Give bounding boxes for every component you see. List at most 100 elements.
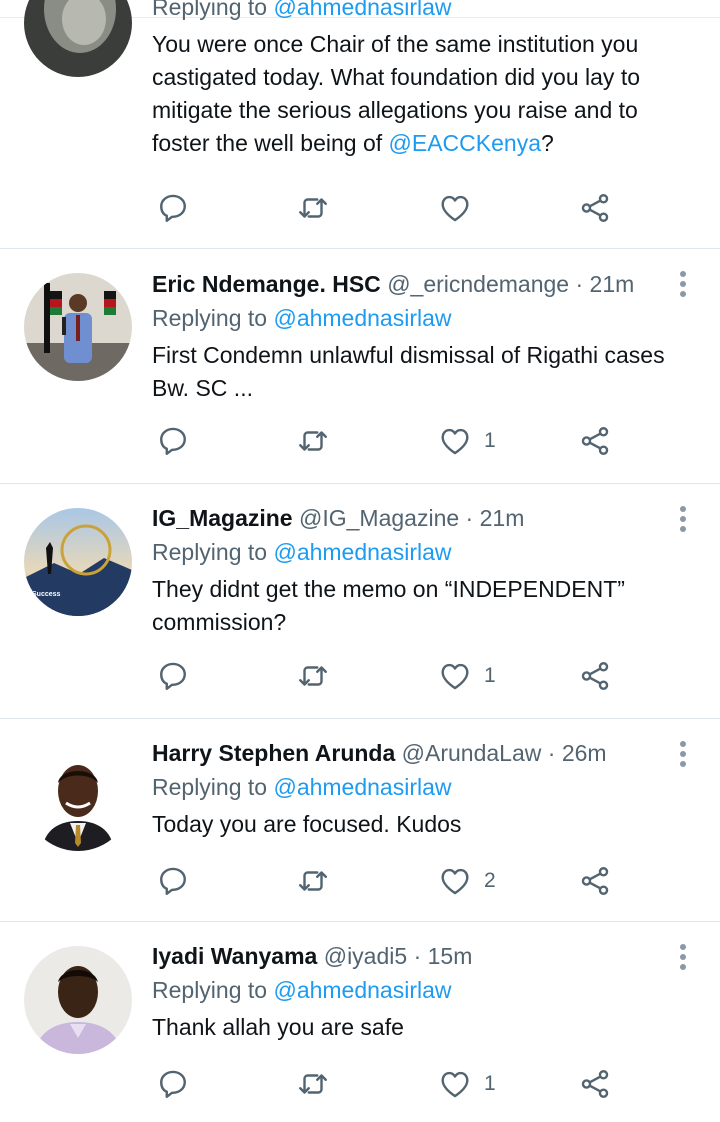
- display-name[interactable]: IG_Magazine: [152, 505, 293, 531]
- like-count: 1: [484, 1072, 496, 1095]
- avatar[interactable]: [24, 946, 132, 1054]
- tweet-reply[interactable]: Success IG_Magazine @IG_Magazine · 21m R…: [0, 484, 720, 719]
- separator-dot: ·: [413, 943, 422, 969]
- like-count: 1: [484, 429, 496, 452]
- like-button[interactable]: 1: [438, 656, 496, 696]
- reply-button[interactable]: [156, 861, 190, 901]
- share-button[interactable]: [578, 1064, 612, 1104]
- share-button[interactable]: [578, 421, 612, 461]
- retweet-icon: [299, 666, 327, 686]
- tweet-header: Iyadi Wanyama @iyadi5 · 15m: [152, 939, 692, 973]
- share-button[interactable]: [578, 188, 612, 228]
- timestamp[interactable]: 21m: [590, 271, 635, 297]
- reply-icon: [160, 1070, 186, 1098]
- heart-icon: [441, 195, 469, 222]
- tweet-header: Eric Ndemange. HSC @_ericndemange · 21m: [152, 267, 692, 301]
- reply-button[interactable]: [156, 188, 190, 228]
- replying-to-handle-link[interactable]: @ahmednasirlaw: [273, 774, 451, 800]
- tweet-text-part: ?: [541, 130, 554, 156]
- retweet-button[interactable]: [296, 1064, 330, 1104]
- tweet-header: Harry Stephen Arunda @ArundaLaw · 26m: [152, 736, 692, 770]
- reply-button[interactable]: [156, 656, 190, 696]
- timestamp[interactable]: 26m: [562, 740, 607, 766]
- tweet-actions: 1: [152, 656, 632, 696]
- replying-to-handle-link[interactable]: @ahmednasirlaw: [273, 0, 451, 20]
- heart-icon: [441, 1071, 469, 1098]
- replying-to-label: Replying to: [152, 305, 268, 331]
- avatar[interactable]: [24, 0, 132, 77]
- tweet-reply[interactable]: Harry Stephen Arunda @ArundaLaw · 26m Re…: [0, 719, 720, 922]
- replying-to-handle-link[interactable]: @ahmednasirlaw: [273, 539, 451, 565]
- mention-link[interactable]: @EACCKenya: [389, 130, 541, 156]
- reply-button[interactable]: [156, 1064, 190, 1104]
- timestamp[interactable]: 21m: [480, 505, 525, 531]
- share-icon: [581, 427, 609, 455]
- share-icon: [581, 662, 609, 690]
- tweet-actions: 2: [152, 861, 632, 901]
- avatar[interactable]: [24, 273, 132, 381]
- replying-to-label: Replying to: [152, 977, 268, 1003]
- like-button[interactable]: [438, 188, 484, 228]
- reply-icon: [160, 662, 186, 690]
- display-name[interactable]: Harry Stephen Arunda: [152, 740, 395, 766]
- separator-dot: ·: [465, 505, 474, 531]
- username[interactable]: @iyadi5: [324, 943, 407, 969]
- replying-to-label: Replying to: [152, 539, 268, 565]
- retweet-button[interactable]: [296, 421, 330, 461]
- timestamp[interactable]: 15m: [428, 943, 473, 969]
- heart-icon: [441, 428, 469, 455]
- tweet-reply[interactable]: Iyadi Wanyama @iyadi5 · 15m Replying to …: [0, 922, 720, 1122]
- like-count: 2: [484, 869, 496, 892]
- replying-to: Replying to @ahmednasirlaw: [152, 301, 692, 335]
- separator-dot: ·: [547, 740, 556, 766]
- retweet-icon: [299, 431, 327, 451]
- retweet-icon: [299, 1074, 327, 1094]
- retweet-button[interactable]: [296, 861, 330, 901]
- retweet-button[interactable]: [296, 188, 330, 228]
- tweet-text: Thank allah you are safe: [152, 1014, 404, 1040]
- replying-to-label: Replying to: [152, 0, 268, 20]
- share-button[interactable]: [578, 861, 612, 901]
- replying-to-handle-link[interactable]: @ahmednasirlaw: [273, 305, 451, 331]
- replying-to-label: Replying to: [152, 774, 268, 800]
- separator-dot: ·: [575, 271, 584, 297]
- like-button[interactable]: 1: [438, 1064, 496, 1104]
- share-icon: [581, 1070, 609, 1098]
- display-name[interactable]: Iyadi Wanyama: [152, 943, 317, 969]
- tweet-actions: 1: [152, 1064, 632, 1104]
- username[interactable]: @ArundaLaw: [402, 740, 542, 766]
- like-button[interactable]: 2: [438, 861, 496, 901]
- replying-to: Replying to @ahmednasirlaw: [152, 770, 692, 804]
- share-button[interactable]: [578, 656, 612, 696]
- reply-icon: [160, 194, 186, 222]
- heart-icon: [441, 663, 469, 690]
- tweet-reply[interactable]: Eric Ndemange. HSC @_ericndemange · 21m …: [0, 249, 720, 484]
- replying-to: Replying to @ahmednasirlaw: [152, 535, 692, 569]
- tweet-text: They didnt get the memo on “INDEPENDENT”…: [152, 576, 625, 635]
- retweet-icon: [299, 198, 327, 218]
- reply-button[interactable]: [156, 421, 190, 461]
- username[interactable]: @_ericndemange: [387, 271, 569, 297]
- display-name[interactable]: Eric Ndemange. HSC: [152, 271, 381, 297]
- tweet-text: First Condemn unlawful dismissal of Riga…: [152, 342, 665, 401]
- replying-to-handle-link[interactable]: @ahmednasirlaw: [273, 977, 451, 1003]
- username[interactable]: @IG_Magazine: [299, 505, 459, 531]
- heart-icon: [441, 868, 469, 895]
- like-count: 1: [484, 664, 496, 687]
- replying-to: Replying to @ahmednasirlaw: [152, 0, 692, 24]
- reply-icon: [160, 867, 186, 895]
- tweet-text: You were once Chair of the same institut…: [152, 28, 692, 160]
- like-button[interactable]: 1: [438, 421, 496, 461]
- tweet-text: Today you are focused. Kudos: [152, 811, 462, 837]
- retweet-icon: [299, 871, 327, 891]
- tweet-actions: [152, 188, 632, 228]
- tweet-actions: 1: [152, 421, 632, 461]
- share-icon: [581, 194, 609, 222]
- avatar[interactable]: [24, 743, 132, 851]
- tweet-reply[interactable]: Replying to @ahmednasirlaw You were once…: [0, 0, 720, 249]
- avatar[interactable]: Success: [24, 508, 132, 616]
- share-icon: [581, 867, 609, 895]
- avatar-logo-text: Success: [32, 591, 61, 598]
- retweet-button[interactable]: [296, 656, 330, 696]
- tweet-header: IG_Magazine @IG_Magazine · 21m: [152, 501, 692, 535]
